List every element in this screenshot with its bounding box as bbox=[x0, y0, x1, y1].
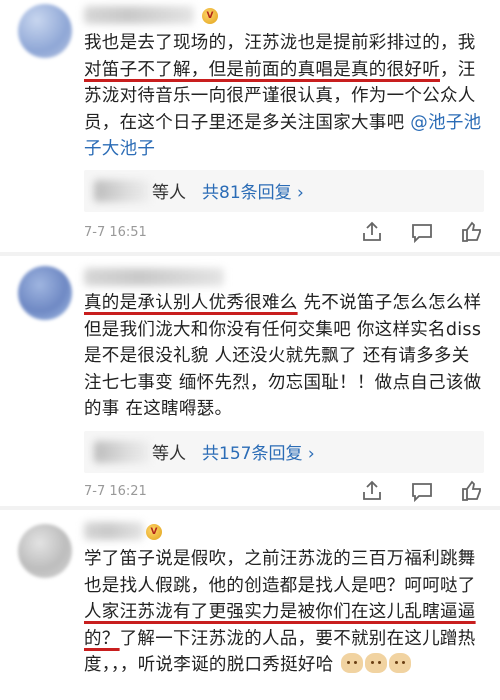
avatar[interactable] bbox=[18, 524, 72, 578]
timestamp: 7-7 16:51 bbox=[84, 225, 147, 240]
reply-count-link[interactable]: 共157条回复 › bbox=[202, 439, 315, 464]
cat-emoji-icon bbox=[389, 653, 412, 673]
share-icon[interactable] bbox=[360, 220, 384, 244]
avatar[interactable] bbox=[18, 266, 72, 320]
vip-badge-icon: V bbox=[146, 524, 162, 540]
cat-emoji-icon bbox=[341, 653, 364, 673]
reply-users-blurred bbox=[94, 441, 150, 463]
username-blurred[interactable] bbox=[84, 522, 144, 540]
cat-emoji-icon bbox=[365, 653, 388, 673]
comment-icon[interactable] bbox=[410, 220, 434, 244]
reply-users-blurred bbox=[94, 180, 150, 202]
comment-card-2: 真的是承认别人优秀很难么 先不说笛子怎么怎么样 但是我们泷大和你没有任何交集吧 … bbox=[0, 256, 500, 510]
avatar[interactable] bbox=[18, 4, 72, 58]
comment-text: 我也是去了现场的，汪苏泷也是提前彩排过的，我对笛子不了解，但是前面的真唱是真的很… bbox=[84, 30, 484, 163]
action-bar bbox=[360, 479, 484, 503]
username-blurred[interactable] bbox=[84, 268, 224, 286]
share-icon[interactable] bbox=[360, 479, 384, 503]
comment-icon[interactable] bbox=[410, 479, 434, 503]
timestamp: 7-7 16:21 bbox=[84, 484, 147, 499]
highlighted-text: 真的是承认别人优秀很难么 bbox=[84, 293, 298, 313]
comment-text-part: 了解一下汪苏泷的人品，要不就别在这儿蹭热度，，，听说李诞的脱口秀挺好哈 bbox=[84, 628, 476, 676]
reply-users-label: 等人 bbox=[152, 444, 186, 464]
comment-text: 真的是承认别人优秀很难么 先不说笛子怎么怎么样 但是我们泷大和你没有任何交集吧 … bbox=[84, 290, 484, 423]
action-bar bbox=[360, 220, 484, 244]
comment-card-1: V 我也是去了现场的，汪苏泷也是提前彩排过的，我对笛子不了解，但是前面的真唱是真… bbox=[0, 0, 500, 256]
comment-text-part: 学了笛子说是假吹，之前汪苏泷的三百万福利跳舞也是找人假跳，他的创造都是找人是吧？… bbox=[84, 549, 476, 596]
reply-summary[interactable]: 等人 共81条回复 › bbox=[84, 170, 484, 212]
comment-text-part: 我也是去了现场的，汪苏泷也是提前彩排过的，我 bbox=[84, 33, 476, 53]
username-blurred[interactable] bbox=[84, 6, 194, 24]
like-icon[interactable] bbox=[460, 220, 484, 244]
highlighted-text: 对笛子不了解，但是前面的真唱是真的很好听 bbox=[84, 59, 440, 80]
comment-card-3: V 学了笛子说是假吹，之前汪苏泷的三百万福利跳舞也是找人假跳，他的创造都是找人是… bbox=[0, 510, 500, 700]
like-icon[interactable] bbox=[460, 479, 484, 503]
reply-count-link[interactable]: 共81条回复 › bbox=[202, 178, 304, 203]
reply-users-label: 等人 bbox=[152, 183, 186, 203]
vip-badge-icon: V bbox=[202, 8, 218, 24]
comment-text: 学了笛子说是假吹，之前汪苏泷的三百万福利跳舞也是找人假跳，他的创造都是找人是吧？… bbox=[84, 546, 484, 679]
reply-summary[interactable]: 等人 共157条回复 › bbox=[84, 431, 484, 473]
